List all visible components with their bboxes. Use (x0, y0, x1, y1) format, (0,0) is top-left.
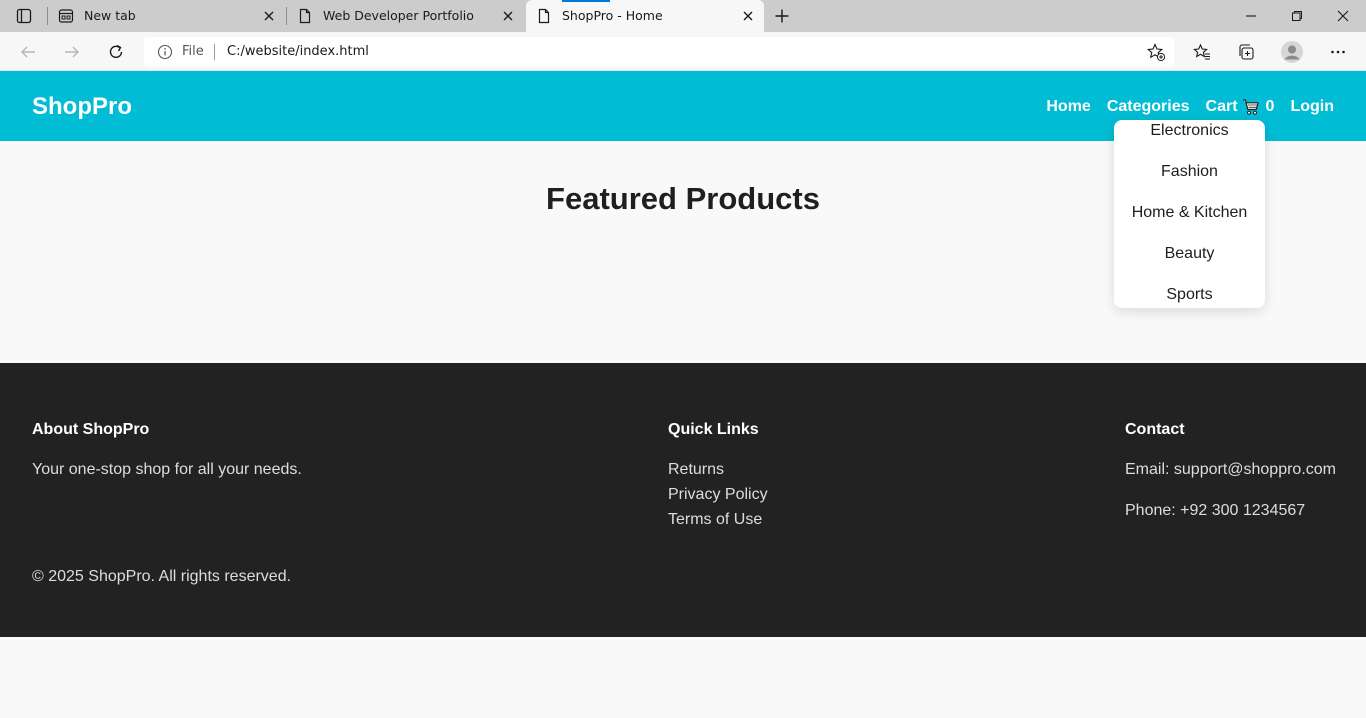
footer-about-heading: About ShopPro (32, 421, 150, 438)
tab-title: New tab (84, 8, 136, 23)
footer-copyright: © 2025 ShopPro. All rights reserved. (32, 568, 292, 585)
footer-contact-email: Email: support@shoppro.com (1125, 461, 1336, 478)
footer-link-terms-of-use[interactable]: Terms of Use (668, 511, 762, 529)
nav-cart-label: Cart (1205, 98, 1238, 115)
arrow-left-icon (21, 46, 35, 58)
close-window-button[interactable] (1320, 0, 1366, 32)
category-item-beauty[interactable]: Beauty (1114, 245, 1265, 263)
featured-products-heading: Featured Products (546, 181, 820, 216)
document-icon (299, 8, 311, 24)
new-tab-button[interactable] (768, 4, 796, 28)
tab-actions-menu-button[interactable] (8, 4, 40, 28)
minimize-button[interactable] (1228, 0, 1274, 32)
document-icon (538, 8, 550, 24)
plus-icon (775, 9, 789, 23)
more-options-icon (1331, 50, 1345, 54)
tab-web-developer-portfolio[interactable]: Web Developer Portfolio (287, 0, 524, 32)
add-favorite-icon[interactable] (1146, 42, 1166, 62)
restore-icon (1292, 11, 1302, 21)
tab-new-tab[interactable]: New tab (48, 0, 285, 32)
tab-shoppro-home[interactable]: ShopPro - Home (526, 0, 764, 32)
close-icon[interactable] (500, 8, 516, 24)
footer-quick-links-heading: Quick Links (668, 421, 759, 438)
footer-link-returns[interactable]: Returns (668, 461, 724, 479)
url-text[interactable]: C:/website/index.html (227, 44, 369, 59)
category-item-sports[interactable]: Sports (1114, 286, 1265, 304)
collections-button[interactable] (1230, 36, 1262, 68)
address-separator (214, 44, 215, 60)
nav-login-link[interactable]: Login (1290, 98, 1334, 116)
web-page: ShopPro Home Categories Cart 0 Login Ele… (0, 71, 1366, 718)
footer-contact-heading: Contact (1125, 421, 1185, 438)
favorites-button[interactable] (1186, 36, 1218, 68)
category-item-electronics[interactable]: Electronics (1114, 122, 1265, 140)
back-button[interactable] (12, 36, 44, 68)
close-icon[interactable] (261, 8, 277, 24)
nav-categories-link[interactable]: Categories (1107, 98, 1190, 116)
info-icon[interactable] (157, 44, 173, 60)
avatar-icon (1281, 41, 1303, 63)
footer-about-text: Your one-stop shop for all your needs. (32, 461, 302, 478)
minimize-icon (1246, 15, 1256, 17)
browser-tab-bar: New tab Web Developer Portfolio ShopPro … (0, 0, 1366, 32)
scheme-label: File (182, 44, 204, 59)
site-footer: About ShopPro Your one-stop shop for all… (0, 363, 1366, 637)
address-bar[interactable]: File C:/website/index.html (144, 37, 1174, 67)
settings-menu-button[interactable] (1322, 36, 1354, 68)
nav-home-link[interactable]: Home (1046, 98, 1090, 116)
arrow-right-icon (65, 46, 79, 58)
newtab-page-icon (58, 9, 74, 23)
refresh-button[interactable] (100, 36, 132, 68)
refresh-icon (109, 44, 123, 58)
category-item-fashion[interactable]: Fashion (1114, 163, 1265, 181)
cart-count: 0 (1265, 98, 1275, 115)
nav-cart-link[interactable]: Cart 0 (1206, 98, 1275, 116)
tab-title: ShopPro - Home (562, 8, 663, 23)
site-logo[interactable]: ShopPro (32, 93, 132, 121)
active-tab-indicator (562, 0, 610, 2)
close-icon (1337, 10, 1349, 22)
cart-icon (1242, 99, 1259, 115)
footer-contact-phone: Phone: +92 300 1234567 (1125, 502, 1306, 519)
profile-button[interactable] (1276, 36, 1308, 68)
tab-title: Web Developer Portfolio (323, 8, 474, 23)
browser-toolbar: File C:/website/index.html (0, 32, 1366, 71)
footer-link-privacy-policy[interactable]: Privacy Policy (668, 486, 768, 504)
forward-button[interactable] (56, 36, 88, 68)
close-icon[interactable] (740, 8, 756, 24)
collections-icon (1239, 44, 1254, 60)
site-nav: Home Categories Cart 0 Login (1046, 98, 1334, 116)
favorites-icon (1193, 43, 1210, 60)
restore-button[interactable] (1274, 0, 1320, 32)
tab-actions-icon (16, 8, 32, 24)
